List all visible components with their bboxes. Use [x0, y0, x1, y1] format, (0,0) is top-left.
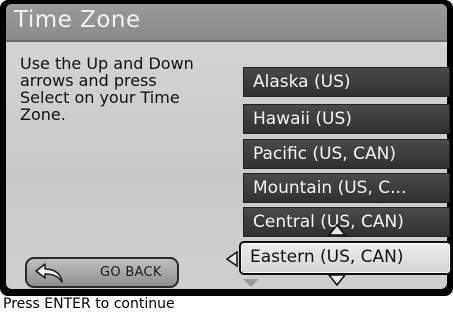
time-zone-panel: Time Zone Use the Up and Down arrows and… — [6, 4, 452, 289]
faded-down-arrow-icon — [243, 279, 259, 287]
time-zone-option-mountain[interactable]: Mountain (US, C... — [243, 173, 450, 203]
status-text: Press ENTER to continue — [3, 296, 175, 312]
time-zone-option-pacific[interactable]: Pacific (US, CAN) — [243, 139, 450, 169]
time-zone-option-central[interactable]: Central (US, CAN) — [243, 207, 450, 237]
instructions-text: Use the Up and Down arrows and press Sel… — [20, 54, 194, 124]
time-zone-option-eastern[interactable]: Eastern (US, CAN) — [239, 241, 452, 275]
scroll-down-arrow-icon[interactable] — [328, 274, 346, 286]
back-arrow-icon — [35, 263, 63, 283]
go-back-label: GO BACK — [100, 265, 162, 280]
go-back-button[interactable]: GO BACK — [25, 257, 179, 288]
time-zone-option-hawaii[interactable]: Hawaii (US) — [243, 104, 450, 134]
title-bar: Time Zone — [6, 4, 447, 42]
scroll-left-arrow-icon[interactable] — [226, 251, 238, 267]
time-zone-option-alaska[interactable]: Alaska (US) — [243, 67, 450, 97]
device-screen: Time Zone Use the Up and Down arrows and… — [0, 0, 453, 296]
page-title: Time Zone — [14, 7, 141, 33]
scroll-up-arrow-icon[interactable] — [328, 224, 346, 236]
